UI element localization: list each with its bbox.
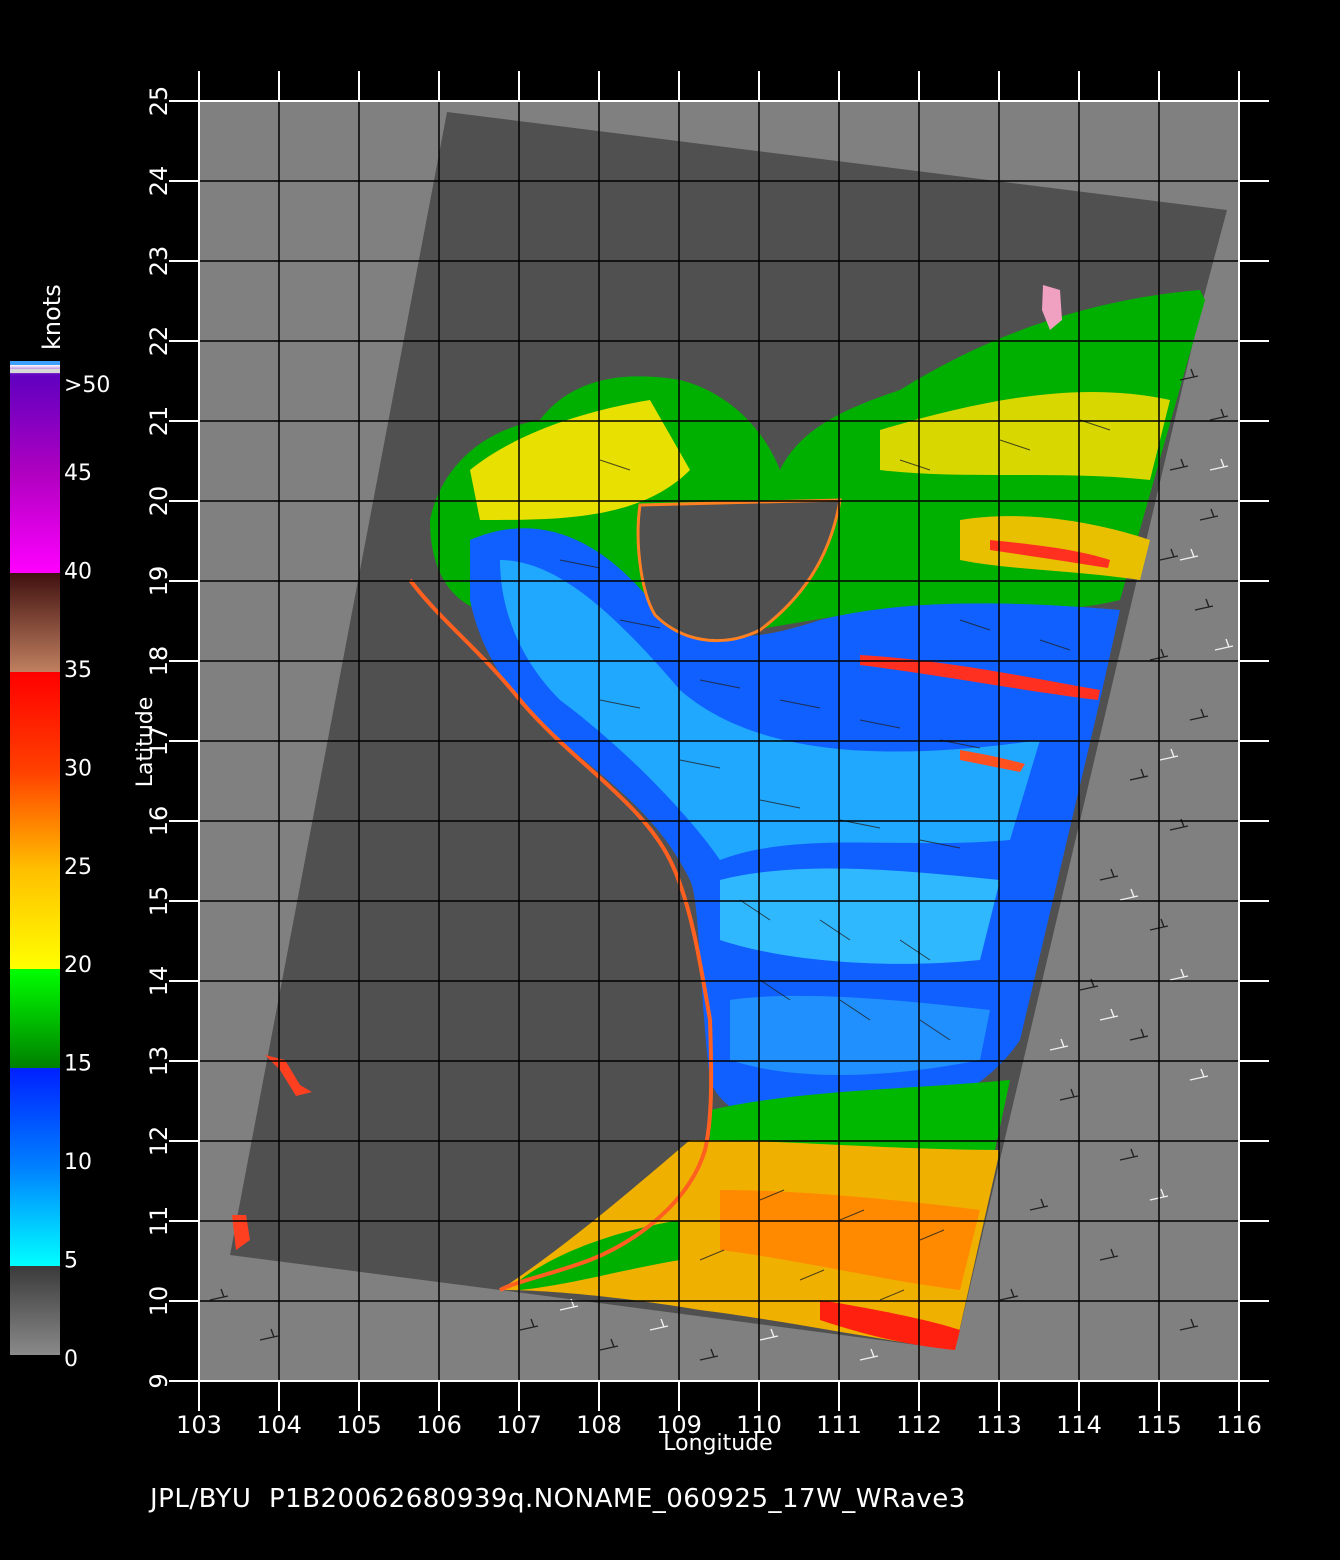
lon-tick-label: 113 (976, 1411, 1022, 1439)
colorbar-unit: knots (38, 284, 66, 350)
lon-tick-label: 108 (576, 1411, 622, 1439)
lat-tick-label: 14 (145, 966, 173, 997)
colorbar-label: 30 (64, 756, 92, 781)
colorbar-label: 0 (64, 1347, 78, 1372)
lat-tick-label: 20 (145, 486, 173, 517)
wind-speed-map-figure: 103 104 105 106 107 108 109 110 111 112 113 114 115 1… (10, 71, 1269, 1456)
colorbar-label: 40 (64, 559, 92, 584)
colorbar: knots >50 45 40 35 30 25 20 15 10 5 0 (10, 284, 110, 1372)
lon-tick-label: 106 (416, 1411, 462, 1439)
colorbar-top-swatch-white (10, 369, 60, 373)
lon-tick-label: 114 (1056, 1411, 1102, 1439)
x-axis-label: Longitude (663, 1431, 772, 1456)
lat-tick-label: 22 (145, 326, 173, 357)
lat-tick-label: 19 (145, 566, 173, 597)
lon-tick-label: 104 (256, 1411, 302, 1439)
lat-tick-label: 12 (145, 1126, 173, 1157)
lat-tick-label: 15 (145, 886, 173, 917)
colorbar-top-swatch-blue (10, 361, 60, 365)
lon-tick-label: 107 (496, 1411, 542, 1439)
lon-tick-label: 111 (816, 1411, 862, 1439)
lon-tick-label: 105 (336, 1411, 382, 1439)
lat-tick-label: 21 (145, 406, 173, 437)
colorbar-label: >50 (64, 373, 110, 398)
lat-tick-label: 10 (145, 1286, 173, 1317)
colorbar-label: 45 (64, 461, 92, 486)
colorbar-label: 35 (64, 658, 92, 683)
lon-tick-label: 115 (1136, 1411, 1182, 1439)
colorbar-label: 5 (64, 1249, 78, 1274)
lat-tick-label: 11 (145, 1206, 173, 1237)
lon-tick-label: 116 (1216, 1411, 1262, 1439)
lat-tick-label: 13 (145, 1046, 173, 1077)
lat-tick-label: 24 (145, 166, 173, 197)
lon-tick-label: 112 (896, 1411, 942, 1439)
lat-tick-label: 25 (145, 86, 173, 117)
colorbar-ramp (10, 365, 60, 1355)
colorbar-label: 15 (64, 1052, 92, 1077)
lat-tick-label: 23 (145, 246, 173, 277)
lat-tick-label: 18 (145, 646, 173, 677)
colorbar-label: 10 (64, 1150, 92, 1175)
lat-tick-label: 9 (145, 1373, 173, 1388)
lon-tick-label: 103 (176, 1411, 222, 1439)
colorbar-label: 20 (64, 953, 92, 978)
footer-caption: JPL/BYU P1B20062680939q.NONAME_060925_17… (150, 1484, 966, 1514)
y-axis-label: Latitude (133, 697, 158, 788)
lat-tick-label: 16 (145, 806, 173, 837)
colorbar-label: 25 (64, 855, 92, 880)
